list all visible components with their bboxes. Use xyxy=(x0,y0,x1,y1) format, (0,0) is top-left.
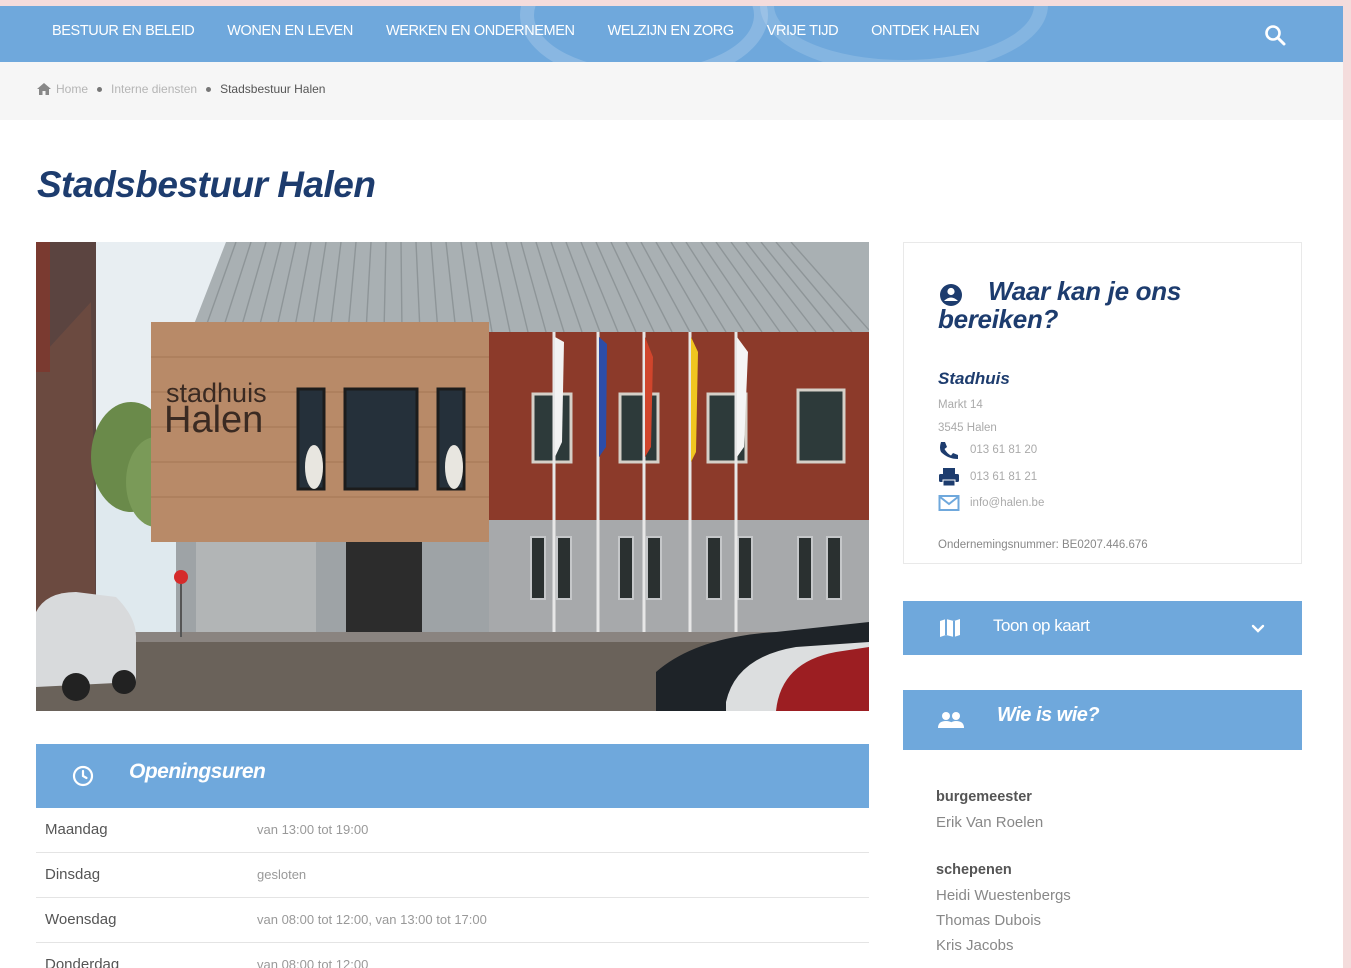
breadcrumb-separator xyxy=(97,86,103,92)
opening-hours-title: Openingsuren xyxy=(129,760,266,783)
nav-item-bestuur-en-beleid[interactable]: BESTUUR EN BELEID xyxy=(52,23,195,39)
building-sign-text: Halen xyxy=(164,399,263,441)
breadcrumb: Home Interne diensten Stadsbestuur Halen xyxy=(37,82,325,96)
nav-menu: BESTUUR EN BELEID WONEN EN LEVEN WERKEN … xyxy=(52,23,1012,39)
contact-fax-line: 013 61 81 21 xyxy=(938,467,1037,487)
table-row: Donderdag van 08:00 tot 12:00 xyxy=(36,943,869,968)
nav-item-ontdek-halen[interactable]: ONTDEK HALEN xyxy=(871,23,979,39)
contact-card: Waar kan je ons bereiken? Stadhuis Markt… xyxy=(903,242,1302,564)
home-icon[interactable] xyxy=(37,83,51,95)
contact-street: Markt 14 xyxy=(938,399,983,411)
contact-fax: 013 61 81 21 xyxy=(970,471,1038,483)
opening-hours-table: Maandag van 13:00 tot 19:00 Dinsdag gesl… xyxy=(36,808,869,968)
nav-item-werken-en-ondernemen[interactable]: WERKEN EN ONDERNEMEN xyxy=(386,23,575,39)
nav-item-vrije-tijd[interactable]: VRIJE TIJD xyxy=(767,23,839,39)
envelope-icon xyxy=(938,495,960,511)
phone-icon xyxy=(940,442,958,459)
company-number: Ondernemingsnummer: BE0207.446.676 xyxy=(938,539,1148,551)
mayor-role: burgemeester xyxy=(936,789,1032,805)
time-value: van 13:00 tot 19:00 xyxy=(257,822,369,837)
show-on-map-toggle[interactable]: Toon op kaart xyxy=(903,601,1302,655)
fax-icon xyxy=(939,468,959,487)
map-icon xyxy=(940,619,960,637)
opening-hours-header: Openingsuren xyxy=(36,744,869,808)
time-value: gesloten xyxy=(257,867,307,882)
who-is-who-header: Wie is wie? xyxy=(903,690,1302,750)
page-title: Stadsbestuur Halen xyxy=(37,164,376,205)
breadcrumb-bar: Home Interne diensten Stadsbestuur Halen xyxy=(0,62,1343,120)
contact-heading: Waar kan je ons bereiken? xyxy=(938,276,1181,334)
aldermen-role: schepenen xyxy=(936,862,1012,878)
contact-phone-line: 013 61 81 20 xyxy=(938,440,1037,460)
show-on-map-label: Toon op kaart xyxy=(993,616,1090,635)
nav-item-welzijn-en-zorg[interactable]: WELZIJN EN ZORG xyxy=(608,23,735,39)
alderman-name: Heidi Wuestenbergs xyxy=(936,887,1071,904)
table-row: Dinsdag gesloten xyxy=(36,853,869,898)
mayor-name: Erik Van Roelen xyxy=(936,814,1044,831)
town-hall-photo: stadhuis Halen xyxy=(36,242,869,711)
top-navigation: BESTUUR EN BELEID WONEN EN LEVEN WERKEN … xyxy=(0,6,1343,62)
day-label: Woensdag xyxy=(45,911,117,928)
breadcrumb-separator xyxy=(206,86,212,92)
clock-icon xyxy=(72,765,94,787)
contact-phone[interactable]: 013 61 81 20 xyxy=(970,444,1037,456)
table-row: Woensdag van 08:00 tot 12:00, van 13:00 … xyxy=(36,898,869,943)
table-row: Maandag van 13:00 tot 19:00 xyxy=(36,808,869,853)
alderman-name: Kris Jacobs xyxy=(936,937,1014,954)
contact-city: 3545 Halen xyxy=(938,422,997,434)
alderman-name: Thomas Dubois xyxy=(936,912,1042,929)
time-value: van 08:00 tot 12:00, van 13:00 tot 17:00 xyxy=(257,912,487,927)
page-frame: BESTUUR EN BELEID WONEN EN LEVEN WERKEN … xyxy=(0,6,1343,968)
day-label: Dinsdag xyxy=(45,866,101,883)
time-value: van 08:00 tot 12:00 xyxy=(257,957,369,968)
search-icon[interactable] xyxy=(1263,23,1287,47)
day-label: Maandag xyxy=(45,821,108,838)
breadcrumb-home[interactable]: Home xyxy=(56,82,88,96)
contact-org-name: Stadhuis xyxy=(938,369,1010,388)
chevron-down-icon xyxy=(1251,624,1265,633)
contact-email-link[interactable]: info@halen.be xyxy=(970,497,1044,509)
people-icon xyxy=(938,712,964,728)
nav-item-wonen-en-leven[interactable]: WONEN EN LEVEN xyxy=(227,23,353,39)
breadcrumb-interne-diensten[interactable]: Interne diensten xyxy=(111,82,197,96)
contact-email-line: info@halen.be xyxy=(938,493,1044,513)
who-is-who-title: Wie is wie? xyxy=(997,704,1100,726)
day-label: Donderdag xyxy=(45,956,120,968)
breadcrumb-current: Stadsbestuur Halen xyxy=(220,82,326,96)
